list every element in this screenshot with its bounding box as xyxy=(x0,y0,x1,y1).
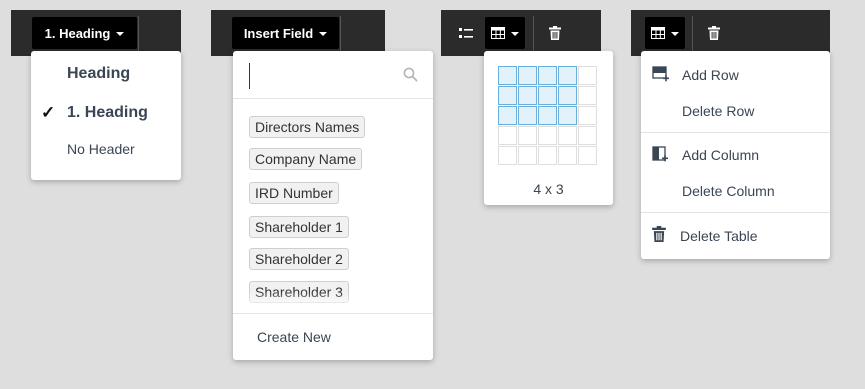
heading-menu: Heading ✓ 1. Heading No Header xyxy=(31,51,181,180)
checkmark-icon: ✓ xyxy=(41,103,56,122)
table-grid-cell[interactable] xyxy=(538,146,557,165)
delete-button[interactable] xyxy=(700,17,728,49)
menu-divider xyxy=(641,212,830,213)
scroll-fade xyxy=(233,291,433,313)
table-size-label: 4 x 3 xyxy=(533,181,564,197)
table-grid-cell[interactable] xyxy=(498,126,517,145)
heading-dropdown-button[interactable]: 1. Heading xyxy=(32,17,137,49)
table-grid-cell[interactable] xyxy=(518,86,537,105)
table-grid-cell[interactable] xyxy=(498,86,517,105)
table-grid-cell[interactable] xyxy=(518,66,537,85)
heading-option-heading[interactable]: Heading xyxy=(31,65,181,85)
field-chip-ird-number[interactable]: IRD Number xyxy=(249,182,339,204)
table-size-picker: 4 x 3 xyxy=(484,51,613,205)
table-grid-cell[interactable] xyxy=(518,146,537,165)
toolbar-separator xyxy=(692,16,693,52)
delete-table-item[interactable]: Delete Table xyxy=(641,219,830,253)
toolbar-separator xyxy=(340,16,341,52)
table-grid-cell[interactable] xyxy=(578,146,597,165)
create-new-label: Create New xyxy=(257,329,331,345)
heading-button-label: 1. Heading xyxy=(44,25,111,41)
insert-field-toolbar: Insert Field xyxy=(211,10,385,56)
delete-column-item[interactable]: Delete Column xyxy=(641,174,830,208)
table-grid-cell[interactable] xyxy=(578,66,597,85)
table-grid-cell[interactable] xyxy=(558,106,577,125)
heading-option-1-heading[interactable]: ✓ 1. Heading xyxy=(31,103,181,124)
add-column-label: Add Column xyxy=(682,147,760,163)
add-row-item[interactable]: Add Row xyxy=(641,58,830,92)
create-new-field[interactable]: Create New xyxy=(233,313,433,360)
add-row-icon xyxy=(652,66,669,82)
delete-button[interactable] xyxy=(541,17,569,49)
delete-column-label: Delete Column xyxy=(682,183,775,199)
field-chip-shareholder-1[interactable]: Shareholder 1 xyxy=(249,216,349,238)
toolbar-separator xyxy=(138,16,139,52)
table-grid-cell[interactable] xyxy=(518,106,537,125)
table-grid-cell[interactable] xyxy=(578,106,597,125)
menu-divider xyxy=(641,132,830,133)
table-grid-cell[interactable] xyxy=(498,146,517,165)
field-chip-directors-names[interactable]: Directors Names xyxy=(249,116,366,138)
delete-table-label: Delete Table xyxy=(680,228,758,244)
caret-down-icon xyxy=(511,32,519,36)
table-edit-toolbar xyxy=(631,10,830,56)
heading-option-label: Heading xyxy=(67,65,131,82)
table-grid-cell[interactable] xyxy=(578,126,597,145)
toolbar-separator xyxy=(533,16,534,52)
trash-icon xyxy=(549,26,561,40)
table-grid-cell[interactable] xyxy=(498,106,517,125)
list-icon xyxy=(459,28,473,38)
table-grid-cell[interactable] xyxy=(558,126,577,145)
heading-option-label: 1. Heading xyxy=(67,104,148,121)
table-options-dropdown-button[interactable] xyxy=(645,17,685,49)
insert-field-button-label: Insert Field xyxy=(243,25,314,41)
table-grid-cell[interactable] xyxy=(538,106,557,125)
add-column-item[interactable]: Add Column xyxy=(641,138,830,172)
heading-option-label: No Header xyxy=(67,141,135,157)
add-row-label: Add Row xyxy=(682,67,739,83)
trash-icon xyxy=(652,226,666,242)
insert-field-menu: Directors Names Company Name IRD Number … xyxy=(233,51,433,360)
table-icon xyxy=(651,27,665,39)
field-chip-shareholder-2[interactable]: Shareholder 2 xyxy=(249,248,349,270)
table-grid-cell[interactable] xyxy=(518,126,537,145)
field-chip-company-name[interactable]: Company Name xyxy=(249,148,363,170)
table-grid-cell[interactable] xyxy=(558,86,577,105)
caret-down-icon xyxy=(671,32,679,36)
delete-row-item[interactable]: Delete Row xyxy=(641,94,830,128)
caret-down-icon xyxy=(116,32,125,36)
table-grid-cell[interactable] xyxy=(538,66,557,85)
table-grid-cell[interactable] xyxy=(498,66,517,85)
list-format-button[interactable] xyxy=(452,17,480,49)
trash-icon xyxy=(708,26,720,40)
heading-toolbar: 1. Heading xyxy=(11,10,181,56)
table-icon xyxy=(491,27,505,39)
field-search-bar xyxy=(233,51,433,99)
add-column-icon xyxy=(652,146,668,162)
table-grid-cell[interactable] xyxy=(558,66,577,85)
table-grid-cell[interactable] xyxy=(578,86,597,105)
table-options-menu: Add Row Delete Row Add Column Delete Col… xyxy=(641,51,830,259)
field-search-input[interactable] xyxy=(249,63,406,89)
heading-option-no-header[interactable]: No Header xyxy=(31,141,181,161)
table-dropdown-button[interactable] xyxy=(485,17,525,49)
search-icon xyxy=(403,67,418,82)
caret-down-icon xyxy=(319,32,328,36)
delete-row-label: Delete Row xyxy=(682,103,755,119)
insert-field-dropdown-button[interactable]: Insert Field xyxy=(232,17,339,49)
table-grid-cell[interactable] xyxy=(558,146,577,165)
table-grid-cell[interactable] xyxy=(538,86,557,105)
table-grid-cell[interactable] xyxy=(538,126,557,145)
table-insert-toolbar xyxy=(441,10,601,56)
